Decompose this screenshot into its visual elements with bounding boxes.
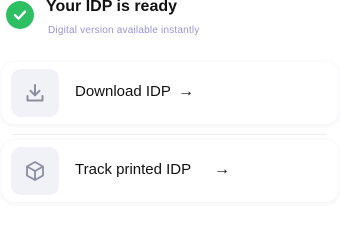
package-icon: [26, 161, 44, 181]
download-icon: [26, 84, 44, 102]
track-printed-idp-button[interactable]: Track printed IDP →: [2, 140, 338, 202]
check-circle-icon: [6, 1, 34, 29]
download-idp-label: Download IDP: [75, 83, 171, 100]
status-subtitle: Digital version available instantly: [48, 25, 200, 36]
arrow-right-icon: →: [178, 83, 194, 100]
track-printed-idp-label: Track printed IDP: [75, 161, 192, 178]
idp-ready-screen: Your IDP is ready Digital version availa…: [0, 0, 340, 207]
package-icon-tile: [11, 147, 59, 195]
download-icon-tile: [11, 69, 59, 117]
divider: [12, 134, 326, 135]
status-title: Your IDP is ready: [46, 0, 178, 15]
download-idp-button[interactable]: Download IDP →: [2, 62, 338, 124]
arrow-right-icon: →: [214, 161, 230, 178]
status-header: Your IDP is ready Digital version availa…: [6, 0, 340, 44]
